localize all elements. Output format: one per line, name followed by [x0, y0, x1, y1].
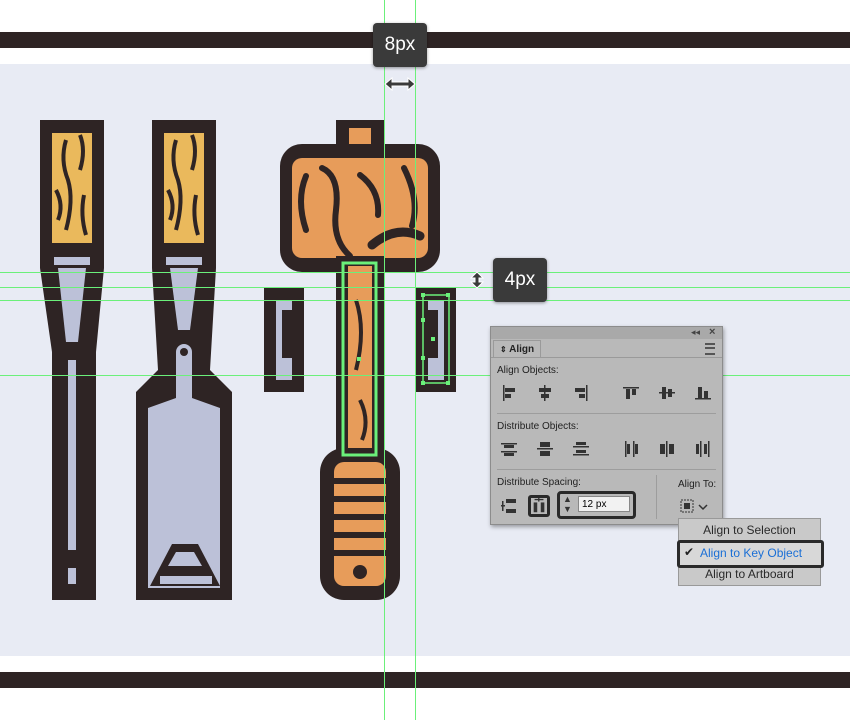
align-to-dropdown-button[interactable] [679, 497, 713, 517]
align-to-label: Align To: [678, 479, 717, 490]
horizontal-gap-label: 8px [373, 23, 427, 67]
horizontal-distribute-left-button[interactable] [622, 440, 640, 458]
guide-vertical-left [384, 0, 385, 720]
align-to-divider [656, 475, 657, 519]
vertical-align-bottom-button[interactable] [694, 384, 712, 402]
vertical-distribute-space-button[interactable] [500, 497, 518, 515]
vertical-distribute-top-button[interactable] [500, 440, 518, 458]
vertical-resize-icon [469, 271, 485, 289]
align-panel: ◂◂ × ⇕ Align Align Objects: Distribute O… [490, 326, 723, 525]
vertical-align-top-button[interactable] [622, 384, 640, 402]
horizontal-align-center-button[interactable] [536, 384, 554, 402]
guide-horizontal-2 [0, 287, 850, 288]
chisel-2 [136, 120, 232, 600]
spacing-input[interactable] [578, 496, 630, 512]
horizontal-distribute-right-button[interactable] [694, 440, 712, 458]
left-wedge [264, 288, 304, 392]
vertical-distribute-bottom-button[interactable] [572, 440, 590, 458]
check-mark-icon: ✔ [684, 545, 695, 559]
horizontal-distribute-space-button[interactable] [528, 495, 550, 517]
spacing-stepper-icon[interactable]: ▲ ▼ [563, 494, 572, 514]
close-panel-icon[interactable]: × [709, 326, 715, 338]
panel-menu-icon-mid [705, 347, 715, 349]
divider-1 [497, 413, 716, 414]
guide-horizontal-3 [0, 300, 850, 301]
horizontal-align-left-button[interactable] [500, 384, 518, 402]
tab-align[interactable]: ⇕ Align [493, 340, 542, 358]
divider-2 [497, 469, 716, 470]
distribute-objects-label: Distribute Objects: [497, 421, 579, 432]
align-to-key-object-icon [680, 499, 708, 513]
guide-horizontal-1 [0, 272, 850, 273]
horizontal-resize-icon [384, 76, 416, 92]
vertical-distribute-center-button[interactable] [536, 440, 554, 458]
collapse-panel-icon[interactable]: ◂◂ [691, 327, 700, 338]
tab-align-label: Align [509, 344, 535, 355]
horizontal-distribute-center-button[interactable] [658, 440, 676, 458]
menu-item-align-to-selection[interactable]: Align to Selection [679, 520, 820, 540]
guide-vertical-right [415, 0, 416, 720]
chisel-1 [40, 120, 104, 600]
vertical-align-center-button[interactable] [658, 384, 676, 402]
tab-arrows-icon: ⇕ [500, 345, 507, 354]
spacing-field[interactable]: ▲ ▼ [557, 491, 636, 519]
align-to-menu: Align to Selection ✔ Align to Key Object… [677, 518, 824, 586]
align-objects-label: Align Objects: [497, 365, 559, 376]
right-wedge [416, 288, 456, 392]
tab-divider [491, 357, 722, 358]
vertical-gap-label: 4px [493, 258, 547, 302]
panel-title-bar[interactable] [491, 327, 722, 339]
distribute-spacing-label: Distribute Spacing: [497, 477, 581, 488]
menu-item-key-object-label: Align to Key Object [700, 546, 803, 560]
horizontal-align-right-button[interactable] [572, 384, 590, 402]
panel-menu-icon[interactable] [705, 343, 715, 355]
menu-item-align-to-artboard[interactable]: Align to Artboard [679, 564, 820, 584]
